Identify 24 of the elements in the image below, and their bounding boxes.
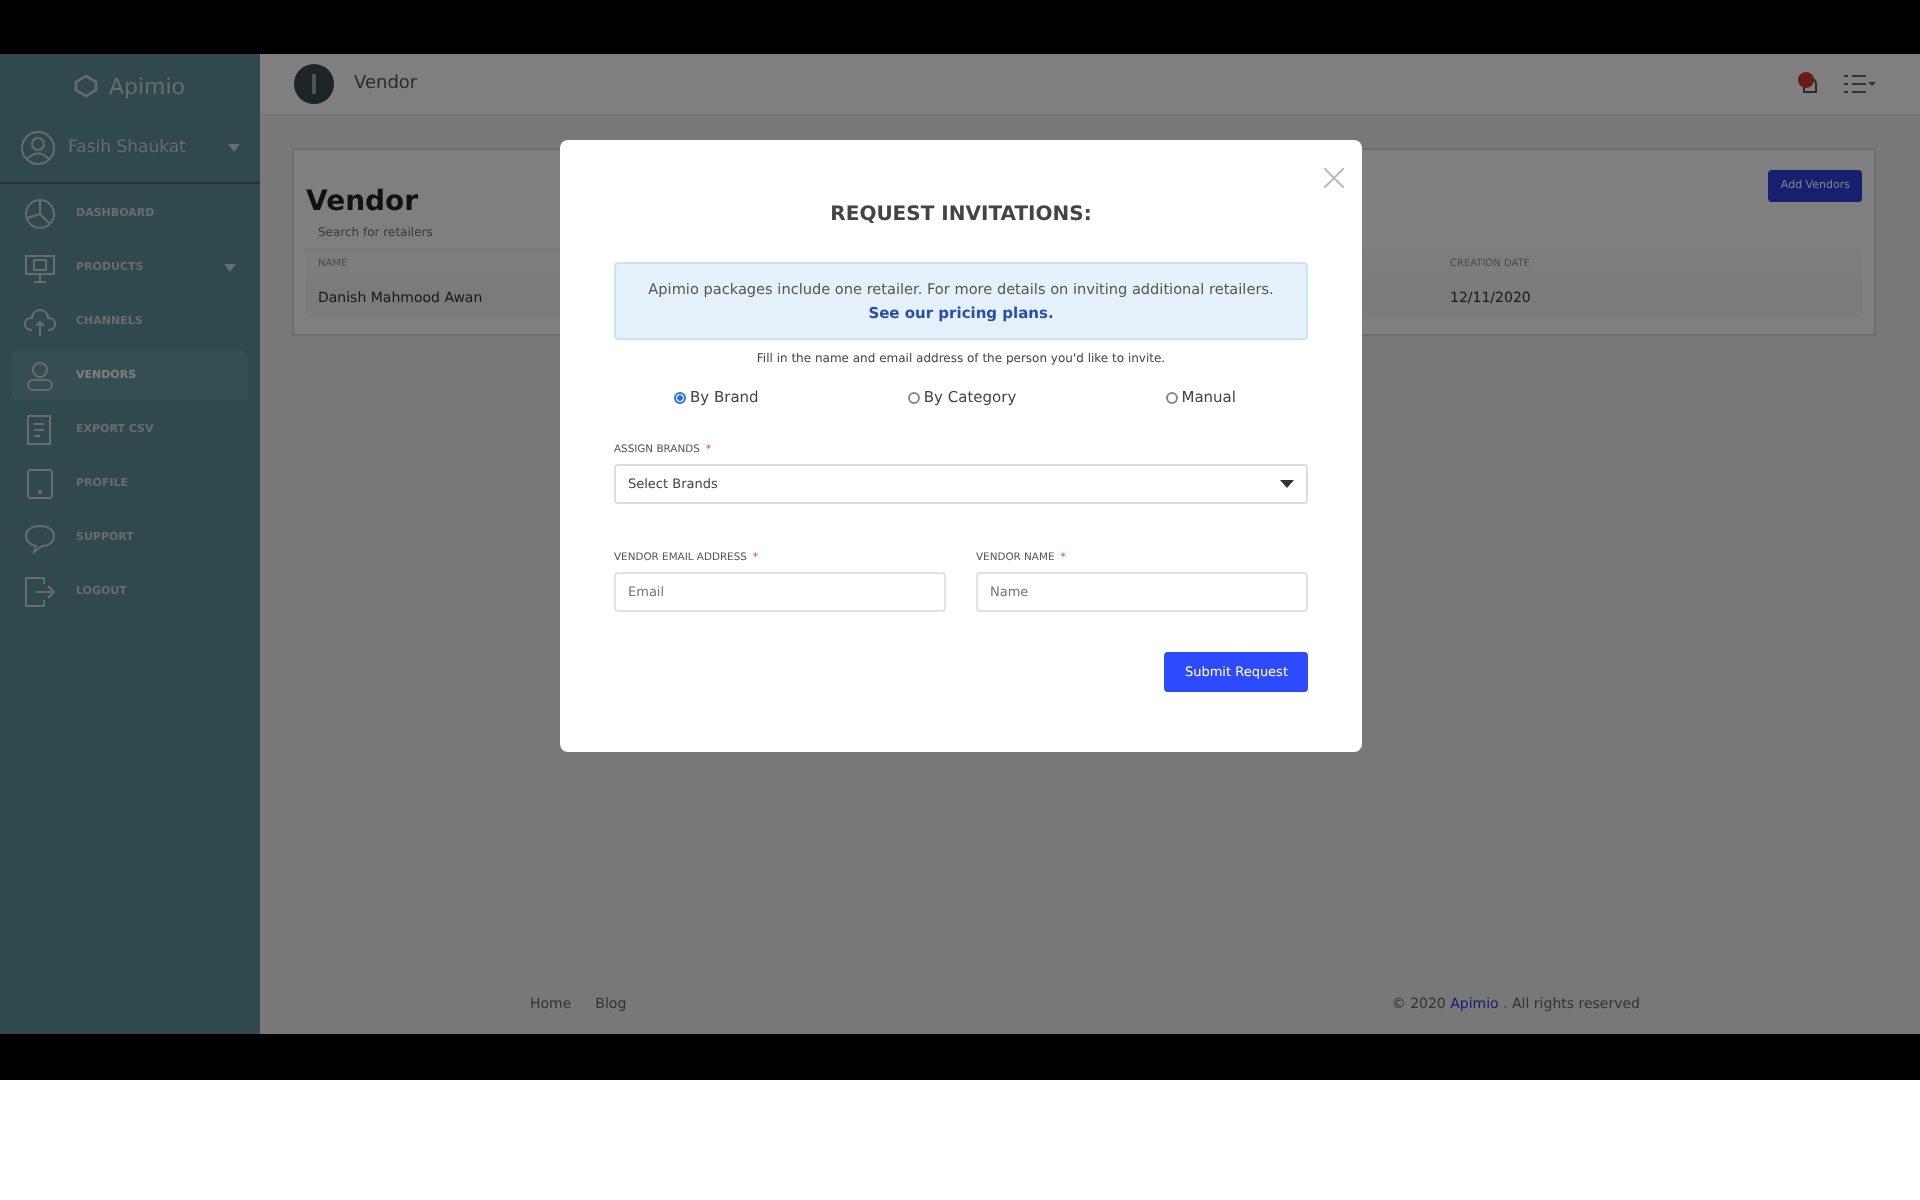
tablet-icon [24,467,56,499]
document-icon [24,413,56,445]
pie-chart-icon [24,197,56,229]
chat-bubble-icon [24,521,56,553]
monitor-icon [24,251,56,283]
radio-button[interactable] [1165,391,1178,403]
avatar-icon [20,130,56,166]
cloud-upload-icon [24,305,56,337]
radio-button[interactable] [674,391,686,403]
card-title: Vendor [306,186,419,218]
app-logo: Apimio [108,73,186,99]
logout-icon [24,575,56,607]
close-icon[interactable] [1324,168,1344,188]
user-name[interactable]: Fasih Shaukat [68,138,216,158]
caret-icon[interactable] [228,144,240,152]
caret-icon [1280,480,1294,488]
logo-icon [74,74,99,98]
caret-icon[interactable] [224,263,236,271]
dialog-title: REQUEST INVITATIONS: [828,204,1094,226]
user-icon [24,359,56,391]
avatar-icon[interactable] [294,64,334,104]
page-title: Vendor [354,74,418,94]
list-icon[interactable] [1844,74,1876,94]
radio-button[interactable] [907,391,920,403]
